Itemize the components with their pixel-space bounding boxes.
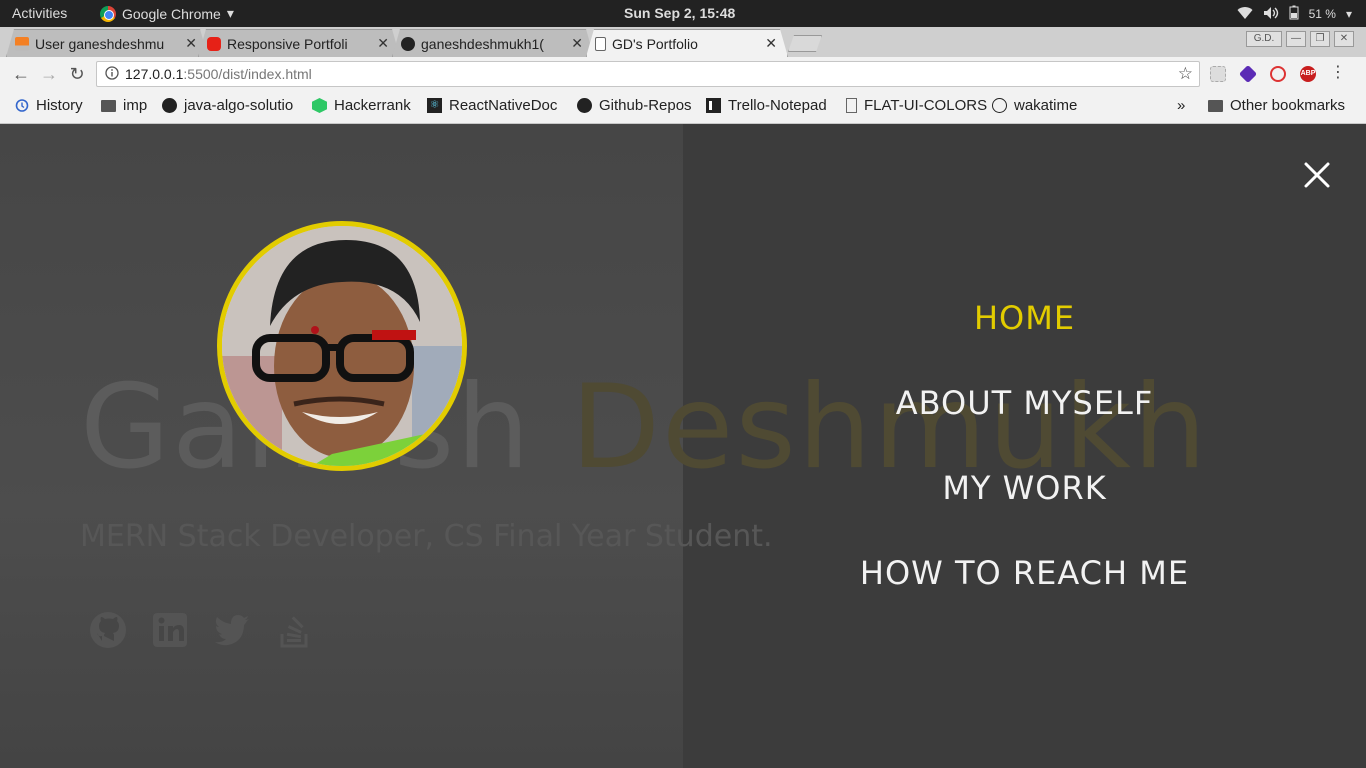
forward-icon[interactable]: → [38, 63, 60, 85]
bookmark-flat-ui[interactable]: FLAT-UI-COLORS [846, 97, 987, 114]
bookmark-history[interactable]: History [14, 97, 83, 114]
address-bar[interactable]: 127.0.0.1:5500/dist/index.html ☆ [96, 61, 1200, 87]
tab-github[interactable]: ganeshdeshmukh1( ✕ [392, 29, 594, 57]
menu-kebab-icon[interactable]: ⋮ [1330, 65, 1346, 82]
github-icon [577, 98, 592, 113]
close-icon[interactable]: ✕ [377, 35, 389, 52]
extension-icons: ABP ⋮ [1210, 64, 1346, 84]
bookmark-label: History [36, 97, 83, 114]
history-icon [14, 98, 29, 113]
portfolio-page: Ganesh Deshmukh MERN Stack Developer, CS… [0, 124, 1366, 768]
app-name: Google Chrome [122, 5, 221, 22]
extension-stack-icon[interactable] [1238, 64, 1258, 84]
menu-item-work[interactable]: MY WORK [683, 469, 1366, 507]
power-menu-icon: ▾ [1345, 7, 1352, 21]
maximize-icon[interactable]: ❐ [1310, 31, 1330, 47]
block-icon[interactable] [1270, 66, 1286, 82]
github-icon [401, 37, 415, 51]
bookmark-label: FLAT-UI-COLORS [864, 97, 988, 114]
bookmark-reactnative[interactable]: ⚛ ReactNativeDoc [427, 97, 567, 114]
bookmark-github-repos[interactable]: Github-Repos [577, 97, 692, 114]
page-icon [595, 37, 606, 51]
profile-button[interactable]: G.D. [1246, 31, 1282, 47]
chrome-icon [100, 5, 116, 22]
system-tray[interactable]: 51 % ▾ [1237, 5, 1352, 23]
bookmark-label: imp [123, 97, 148, 114]
tab-portfolio[interactable]: GD's Portfolio ✕ [586, 29, 788, 57]
bookmark-java-algo[interactable]: java-algo-solutio [162, 97, 300, 114]
app-menu[interactable]: Google Chrome ▾ [100, 5, 234, 22]
bookmark-label: Hackerrank [334, 97, 411, 114]
bookmark-wakatime[interactable]: wakatime [992, 97, 1077, 114]
youtube-icon [207, 37, 221, 51]
linkedin-icon[interactable] [150, 610, 190, 655]
page-icon [846, 98, 857, 113]
menu-item-home[interactable]: HOME [683, 299, 1366, 337]
system-top-bar: Activities Google Chrome ▾ Sun Sep 2, 15… [0, 0, 1366, 27]
volume-icon [1263, 6, 1279, 23]
browser-toolbar: ← → ↻ 127.0.0.1:5500/dist/index.html ☆ A… [0, 57, 1366, 91]
bookmark-label: Github-Repos [599, 97, 692, 114]
bookmarks-bar: History imp java-algo-solutio Hackerrank… [0, 91, 1366, 124]
bookmark-label: Other bookmarks [1230, 97, 1346, 114]
bookmark-hackerrank[interactable]: Hackerrank [312, 97, 411, 114]
adblock-icon[interactable]: ABP [1300, 66, 1316, 82]
folder-icon [101, 99, 116, 112]
reload-icon[interactable]: ↻ [66, 63, 88, 85]
nav-menu: HOME ABOUT MYSELF MY WORK HOW TO REACH M… [683, 124, 1366, 768]
bookmark-star-icon[interactable]: ☆ [1178, 64, 1193, 84]
close-icon[interactable]: ✕ [765, 35, 777, 52]
close-window-icon[interactable]: ✕ [1334, 31, 1354, 47]
avatar [217, 221, 467, 471]
github-icon [162, 98, 177, 113]
bookmark-label: wakatime [1014, 97, 1078, 114]
battery-icon [1289, 5, 1299, 23]
tab-title: ganeshdeshmukh1( [421, 35, 544, 52]
tab-strip: User ganeshdeshmu ✕ Responsive Portfoli … [0, 27, 1366, 57]
trello-icon [706, 98, 721, 113]
stackoverflow-icon [15, 37, 29, 51]
bookmark-label: Trello-Notepad [728, 97, 827, 114]
bookmark-trello[interactable]: Trello-Notepad [706, 97, 827, 114]
tab-youtube[interactable]: Responsive Portfoli ✕ [198, 29, 400, 57]
chevron-right-icon: » [1177, 97, 1186, 114]
url-host: 127.0.0.1 [125, 66, 184, 82]
tab-stackoverflow[interactable]: User ganeshdeshmu ✕ [6, 29, 208, 57]
minimize-icon[interactable]: — [1286, 31, 1306, 47]
menu-item-about[interactable]: ABOUT MYSELF [683, 384, 1366, 422]
info-icon[interactable] [105, 65, 119, 83]
twitter-icon[interactable] [212, 610, 252, 655]
github-icon[interactable] [88, 610, 128, 655]
back-icon[interactable]: ← [10, 63, 32, 85]
menu-item-contact[interactable]: HOW TO REACH ME [683, 554, 1366, 592]
extension-grid-icon[interactable] [1210, 66, 1226, 82]
hero-subtitle: MERN Stack Developer, CS Final Year Stud… [80, 519, 773, 554]
close-icon[interactable]: ✕ [185, 35, 197, 52]
bookmarks-overflow-button[interactable]: » [1177, 97, 1185, 114]
folder-icon [1208, 99, 1223, 112]
wifi-icon [1237, 6, 1253, 23]
social-links [88, 610, 314, 655]
clock[interactable]: Sun Sep 2, 15:48 [624, 5, 735, 21]
chevron-down-icon: ▾ [226, 5, 234, 21]
stackoverflow-icon[interactable] [274, 610, 314, 655]
bookmark-imp[interactable]: imp [101, 97, 147, 114]
bookmark-label: java-algo-solutio [184, 97, 294, 114]
other-bookmarks[interactable]: Other bookmarks [1208, 97, 1345, 114]
window-controls: G.D. — ❐ ✕ [1246, 31, 1354, 47]
wakatime-icon [992, 98, 1007, 113]
activities-button[interactable]: Activities [12, 5, 67, 21]
react-icon: ⚛ [427, 98, 442, 113]
url-text: 127.0.0.1:5500/dist/index.html [125, 66, 312, 82]
url-path: :5500/dist/index.html [183, 66, 312, 82]
tab-title: User ganeshdeshmu [35, 35, 165, 52]
tab-title: GD's Portfolio [612, 35, 698, 52]
hackerrank-icon [312, 98, 327, 113]
tab-title: Responsive Portfoli [227, 35, 348, 52]
close-icon[interactable]: ✕ [571, 35, 583, 52]
bookmark-label: ReactNativeDoc [449, 97, 558, 114]
battery-percent: 51 % [1308, 7, 1336, 21]
